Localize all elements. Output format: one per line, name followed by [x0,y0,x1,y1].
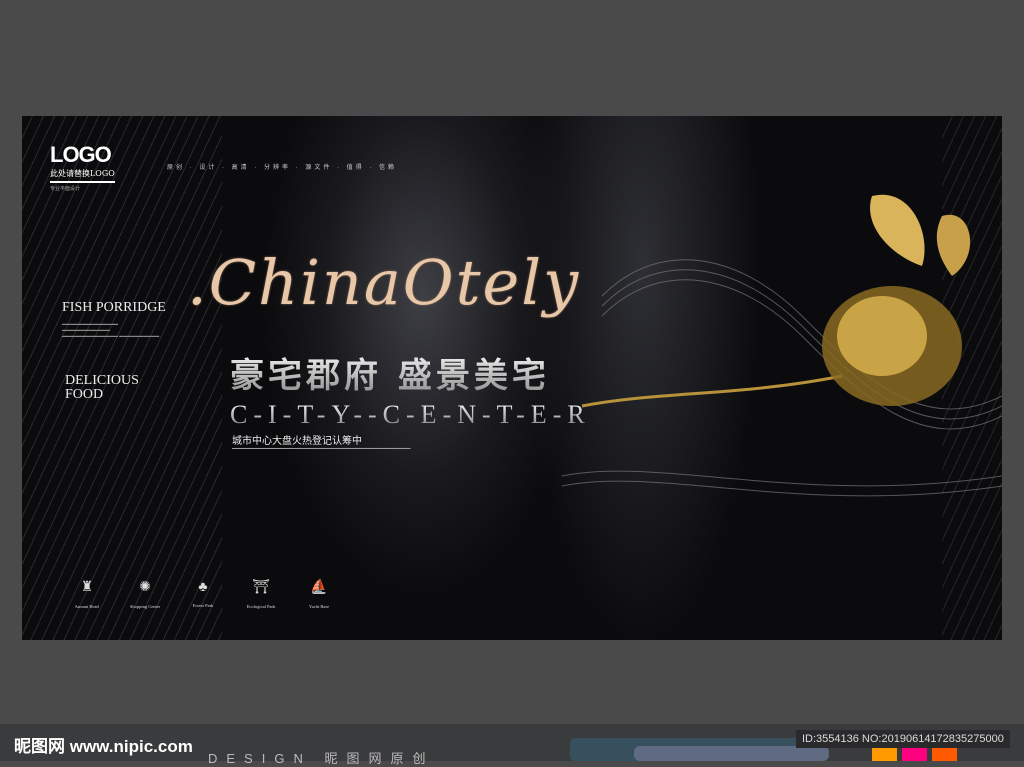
amenity-label: Armani Hotel [74,604,100,609]
amenity-shopping: ✺ Shopping Center [116,578,174,613]
tree-icon: ♣ [198,578,208,594]
yacht-icon: ⛵ [310,578,328,594]
heading-line: DELICIOUS [65,373,139,388]
amenity-yacht: ⛵ Yacht Base [290,578,348,613]
amenity-forest: ♣ Forest Park [174,578,232,613]
delicious-heading: DELICIOUS FOOD [65,374,139,402]
pavilion-icon: ⛩ [252,578,270,594]
amenity-hotel: ♜ Armani Hotel [58,578,116,613]
amenity-label: Yacht Base [308,604,330,609]
logo: LOGO 此处请替换LOGO 专业平面设计 [50,142,115,192]
logo-caption: 专业平面设计 [50,186,81,192]
design-watermark: DESIGN 昵图网原创 [208,751,435,766]
amenity-ecological: ⛩ Ecological Park [232,578,290,613]
image-id-label: ID:3554136 NO:20190614172835275000 [796,730,1010,748]
logo-text: LOGO [50,142,112,167]
gold-flower-ribbon-art [561,194,1002,497]
hotel-icon: ♜ [80,578,94,594]
site-watermark[interactable]: 昵图网 www.nipic.com [14,732,193,757]
fish-heading: FISH PORRIDGE [62,300,166,315]
amenity-icons: ♜ Armani Hotel ✺ Shopping Center ♣ Forest P… [58,578,348,613]
amenity-label: Forest Park [192,603,214,608]
script-title: .ChinaOtely [187,246,581,319]
amenity-label: Shopping Center [129,604,161,609]
amenity-label: Ecological Park [246,604,276,609]
heading-line: FOOD [65,387,104,402]
body-placeholder-lines: ▬▬▬▬▬▬▬▬▬▬▬▬▬▬ ▬▬▬▬▬▬▬▬▬▬▬▬ ▬▬▬▬▬▬▬▬▬▬▬▬… [62,321,160,338]
poster-image: LOGO 此处请替换LOGO 专业平面设计 原创 · 设计 · 高清 · 分辨率… [22,116,1002,640]
fine-print-lines: ▬▬▬▬▬▬▬▬▬▬▬▬▬▬▬▬▬▬▬▬▬▬▬▬▬▬▬▬▬▬▬▬▬▬▬▬▬▬▬▬… [232,446,411,450]
shopping-icon: ✺ [139,578,151,594]
footer-banner-inner [634,746,829,761]
tagline-nav: 原创 · 设计 · 高清 · 分辨率 · 源文件 · 值得 · 信赖 [167,165,397,171]
logo-subtitle: 此处请替换LOGO [50,168,115,183]
city-subtitle: 城市中心大盘火热登记认筹中 [232,436,362,447]
city-center-title: C-I-T-Y--C-E-N-T-E-R [230,400,591,429]
chinese-title: 豪宅郡府 盛景美宅 [230,348,550,397]
